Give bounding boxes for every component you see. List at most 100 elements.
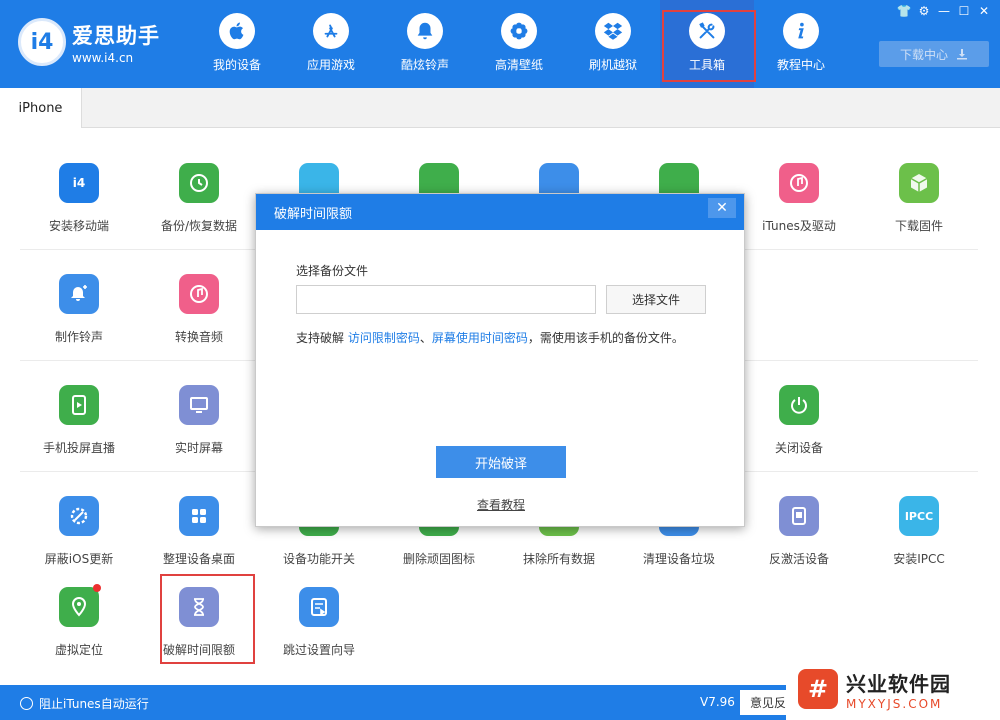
view-tutorial-link[interactable]: 查看教程 <box>256 496 746 513</box>
nav-label: 酷炫铃声 <box>400 58 449 72</box>
minimize-icon[interactable]: — <box>934 2 954 20</box>
tool-label: 清理设备垃圾 <box>642 552 715 566</box>
tool-label: 跳过设置向导 <box>282 643 355 657</box>
tool-backup-restore[interactable]: 备份/恢复数据 <box>139 163 259 234</box>
download-center-label: 下载中心 <box>899 47 948 62</box>
close-icon[interactable]: ✕ <box>974 2 994 20</box>
tool-make-ringtone[interactable]: 制作铃声 <box>19 274 139 345</box>
backup-file-input[interactable] <box>296 285 596 314</box>
play-tablet-icon <box>59 385 99 425</box>
nav-label: 我的设备 <box>212 58 261 72</box>
tool-label: 手机投屏直播 <box>42 441 115 455</box>
tool-label: 虚拟定位 <box>54 643 103 657</box>
skin-icon[interactable]: 👕 <box>894 2 914 20</box>
settings-icon[interactable]: ⚙ <box>914 2 934 20</box>
tool-block-ios-update[interactable]: 屏蔽iOS更新 <box>19 496 139 567</box>
itunes-autorun-toggle[interactable]: 阻止iTunes自动运行 <box>20 695 149 712</box>
tool-virtual-location[interactable]: 虚拟定位 <box>19 587 139 658</box>
watermark-title: 兴业软件园 <box>846 671 951 696</box>
note-separator: 、 <box>419 331 432 345</box>
watermark-logo-icon: # <box>798 669 838 709</box>
nav-label: 工具箱 <box>688 58 725 72</box>
dialog-close-button[interactable]: ✕ <box>708 198 736 218</box>
tool-live-screen[interactable]: 实时屏幕 <box>139 385 259 456</box>
nav-label: 教程中心 <box>776 58 825 72</box>
skip-list-icon <box>299 587 339 627</box>
nav-toolbox[interactable]: 工具箱 <box>660 0 756 88</box>
window-controls: 👕 ⚙ — ☐ ✕ <box>894 2 994 20</box>
logo-url: www.i4.cn <box>72 50 134 65</box>
note-suffix: ，需使用该手机的备份文件。 <box>527 331 684 345</box>
tool-label: 反激活设备 <box>768 552 829 566</box>
itunes-autorun-label: 阻止iTunes自动运行 <box>39 697 149 711</box>
site-watermark: # 兴业软件园 MYXYJS.COM <box>786 658 1000 720</box>
tool-label: 屏蔽iOS更新 <box>44 552 114 566</box>
download-center-button[interactable]: 下载中心 <box>879 41 989 67</box>
dialog-header: 破解时间限额 ✕ <box>256 194 744 230</box>
logo-title: 爱思助手 <box>72 23 160 48</box>
app-logo[interactable]: i4 爱思助手 www.i4.cn <box>18 18 160 66</box>
watermark-url: MYXYJS.COM <box>846 696 943 711</box>
nav-flash-jailbreak[interactable]: 刷机越狱 <box>566 0 660 88</box>
tablet-icon <box>779 496 819 536</box>
tool-organize-desktop[interactable]: 整理设备桌面 <box>139 496 259 567</box>
note-link-screen-time[interactable]: 屏幕使用时间密码 <box>432 331 528 345</box>
monitor-icon <box>179 385 219 425</box>
tool-skip-setup[interactable]: 跳过设置向导 <box>259 587 379 658</box>
support-note: 支持破解 访问限制密码、屏幕使用时间密码，需使用该手机的备份文件。 <box>296 329 684 346</box>
tool-install-ipcc[interactable]: IPCC 安装IPCC <box>859 496 979 567</box>
nav-my-device[interactable]: 我的设备 <box>190 0 284 88</box>
tool-label: 转换音频 <box>174 330 223 344</box>
info-icon <box>783 13 819 49</box>
main-nav: 我的设备 应用游戏 酷炫铃声 高清壁纸 刷机越狱 工具箱 教程中心 <box>190 0 848 88</box>
music-icon <box>779 163 819 203</box>
cube-icon <box>899 163 939 203</box>
power-icon <box>779 385 819 425</box>
highlight-frame <box>160 574 255 664</box>
dialog-title: 破解时间限额 <box>274 206 353 222</box>
tool-label: 实时屏幕 <box>174 441 223 455</box>
tool-deactivate-device[interactable]: 反激活设备 <box>739 496 859 567</box>
version-label: V7.96 <box>700 695 735 709</box>
location-pin-icon <box>59 587 99 627</box>
tool-label: 抹除所有数据 <box>522 552 595 566</box>
tool-label: 整理设备桌面 <box>162 552 235 566</box>
tool-itunes-driver[interactable]: iTunes及驱动 <box>739 163 859 234</box>
download-icon <box>957 49 967 60</box>
tool-download-firmware[interactable]: 下载固件 <box>859 163 979 234</box>
backup-clock-icon <box>179 163 219 203</box>
nav-label: 刷机越狱 <box>588 58 637 72</box>
tool-label: 下载固件 <box>894 219 943 233</box>
nav-ringtones[interactable]: 酷炫铃声 <box>378 0 472 88</box>
nav-wallpapers[interactable]: 高清壁纸 <box>472 0 566 88</box>
header-bar: i4 爱思助手 www.i4.cn 我的设备 应用游戏 酷炫铃声 高清壁纸 刷机… <box>0 0 1000 88</box>
flower-icon <box>501 13 537 49</box>
tool-label: iTunes及驱动 <box>762 219 836 233</box>
music-icon <box>179 274 219 314</box>
tool-label: 删除顽固图标 <box>402 552 475 566</box>
tool-install-mobile[interactable]: i4 安装移动端 <box>19 163 139 234</box>
i4-logo-icon: i4 <box>18 18 66 66</box>
tools-icon <box>689 13 725 49</box>
tool-label: 安装IPCC <box>893 552 945 566</box>
nav-tutorials[interactable]: 教程中心 <box>754 0 848 88</box>
backup-file-label: 选择备份文件 <box>296 264 369 278</box>
tool-label: 设备功能开关 <box>282 552 355 566</box>
bell-icon <box>407 13 443 49</box>
start-crack-button[interactable]: 开始破译 <box>436 446 566 478</box>
nav-apps-games[interactable]: 应用游戏 <box>284 0 378 88</box>
tab-iphone[interactable]: iPhone <box>0 88 82 128</box>
tool-screen-cast[interactable]: 手机投屏直播 <box>19 385 139 456</box>
note-link-restrictions[interactable]: 访问限制密码 <box>348 331 420 345</box>
tool-convert-audio[interactable]: 转换音频 <box>139 274 259 345</box>
note-prefix: 支持破解 <box>296 331 348 345</box>
i4-app-icon: i4 <box>59 163 99 203</box>
apple-icon <box>219 13 255 49</box>
choose-file-button[interactable]: 选择文件 <box>606 285 706 314</box>
tool-label: 关闭设备 <box>774 441 823 455</box>
tool-shutdown[interactable]: 关闭设备 <box>739 385 859 456</box>
ipcc-icon: IPCC <box>899 496 939 536</box>
bell-plus-icon <box>59 274 99 314</box>
crack-time-limit-dialog: 破解时间限额 ✕ 选择备份文件 选择文件 支持破解 访问限制密码、屏幕使用时间密… <box>255 193 745 527</box>
maximize-icon[interactable]: ☐ <box>954 2 974 20</box>
